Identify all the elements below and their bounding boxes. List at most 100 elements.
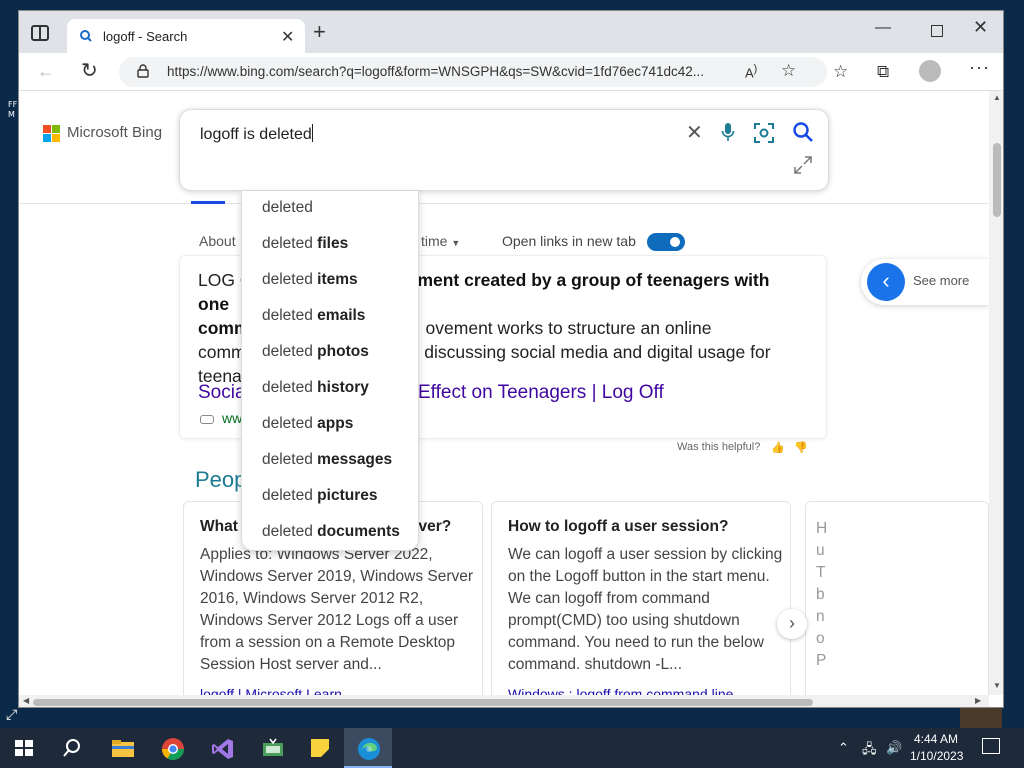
add-favorite-icon[interactable]: ☆ (781, 61, 796, 81)
desktop-background-left: FF M (0, 0, 18, 708)
visual-studio-icon (212, 739, 233, 759)
read-aloud-icon[interactable]: A) (745, 63, 757, 80)
tab-actions-icon[interactable] (31, 25, 49, 41)
active-tab-indicator (191, 201, 225, 204)
see-more-panel[interactable]: ‹ See more (861, 259, 989, 305)
windows-logo-icon (15, 740, 33, 756)
clock-date[interactable]: 1/10/2023 (910, 749, 963, 763)
chrome-app[interactable] (148, 728, 196, 768)
new-tab-icon[interactable]: + (313, 21, 326, 43)
suggestion-item[interactable]: deleted (262, 199, 313, 217)
start-button[interactable] (0, 728, 48, 768)
visual-studio-app[interactable] (198, 728, 246, 768)
desktop-background-bottom: ⤢ (0, 706, 1024, 728)
chevron-left-icon[interactable]: ‹ (867, 263, 905, 301)
qa-card[interactable]: How to logoff a user session? We can log… (491, 501, 791, 695)
link-icon (200, 415, 214, 424)
thumbs-down-icon[interactable]: 👎 (794, 441, 808, 454)
about-results-filter[interactable]: About (199, 233, 236, 249)
tab-strip: logoff - Search ✕ + — ✕ (19, 11, 1003, 53)
collections-icon[interactable]: ⧉ (877, 62, 889, 82)
result-link-title[interactable]: Effect on Teenagers | Log Off (418, 382, 664, 404)
browser-tab[interactable]: logoff - Search ✕ (67, 19, 305, 53)
clear-icon[interactable]: ✕ (686, 120, 703, 145)
clock-time[interactable]: 4:44 AM (914, 732, 958, 746)
qa-card-partial[interactable]: H u T b n o P (805, 501, 989, 695)
thumbs-up-icon[interactable]: 👍 (771, 441, 785, 454)
minimize-icon[interactable]: — (875, 19, 891, 37)
scroll-up-icon[interactable]: ▲ (993, 93, 1001, 102)
profile-avatar[interactable] (919, 60, 941, 82)
scrollbar-thumb[interactable] (33, 699, 813, 706)
address-bar[interactable]: https://www.bing.com/search?q=logoff&for… (119, 57, 827, 87)
autosuggest-dropdown: deleted deleted files deleted items dele… (241, 191, 419, 551)
sticky-notes-icon (311, 739, 329, 757)
open-new-tab-toggle[interactable] (647, 233, 685, 251)
suggestion-item[interactable]: deleted pictures (262, 487, 377, 505)
suggestion-item[interactable]: deleted files (262, 235, 348, 253)
suggestion-item[interactable]: deleted messages (262, 451, 392, 469)
page-content: Microsoft Bing logoff is deleted ✕ delet… (19, 91, 989, 695)
suggestion-item[interactable]: deleted items (262, 271, 358, 289)
remote-desktop-icon (263, 738, 283, 756)
desktop-icon-label: FF M (8, 100, 18, 119)
microphone-icon[interactable] (721, 122, 735, 142)
favorites-icon[interactable]: ☆ (833, 62, 848, 82)
chevron-right-icon[interactable]: › (777, 609, 807, 639)
scrollbar-thumb[interactable] (993, 143, 1001, 217)
qa-answer: Applies to: Windows Server 2022, Windows… (200, 546, 474, 673)
url-text[interactable]: https://www.bing.com/search?q=logoff&for… (167, 64, 704, 79)
suggestion-item[interactable]: deleted emails (262, 307, 365, 325)
volume-icon[interactable]: 🔊 (886, 740, 902, 756)
sticky-notes-app[interactable] (296, 728, 344, 768)
folder-icon (112, 740, 134, 757)
browser-toolbar: ← ↻ https://www.bing.com/search?q=logoff… (19, 53, 1003, 91)
search-input[interactable]: logoff is deleted (200, 124, 313, 144)
close-tab-icon[interactable]: ✕ (281, 27, 294, 47)
search-button[interactable] (48, 728, 96, 768)
remote-app[interactable] (248, 728, 296, 768)
see-more-label[interactable]: See more (913, 273, 969, 288)
vertical-scrollbar[interactable]: ▲ ▼ (989, 91, 1003, 695)
network-icon[interactable]: 🖧 (862, 740, 877, 762)
back-icon[interactable]: ← (37, 61, 55, 82)
edge-icon (358, 738, 380, 760)
more-options-icon[interactable]: ··· (969, 57, 990, 78)
result-link[interactable]: Socia (198, 382, 246, 404)
close-window-icon[interactable]: ✕ (973, 17, 988, 38)
qa-source[interactable]: logoff | Microsoft Learn (200, 686, 342, 695)
expand-icon[interactable] (794, 156, 812, 174)
desktop-background (0, 0, 1024, 10)
suggestion-item[interactable]: deleted documents (262, 523, 400, 541)
edge-app[interactable] (344, 728, 392, 768)
visual-search-icon[interactable] (754, 123, 774, 143)
suggestion-item[interactable]: deleted apps (262, 415, 353, 433)
notification-icon[interactable] (982, 738, 1000, 754)
header-divider (19, 203, 989, 204)
bing-brand[interactable]: Microsoft Bing (67, 124, 162, 141)
chevron-up-icon[interactable]: ⌃ (838, 740, 849, 756)
maximize-icon[interactable] (931, 25, 943, 37)
qa-partial-text: H u T b n o P (816, 520, 826, 669)
tab-title: logoff - Search (103, 29, 188, 44)
scroll-left-icon[interactable]: ◀ (23, 696, 29, 705)
search-icon (63, 739, 80, 757)
lock-icon[interactable] (137, 64, 149, 78)
file-explorer-app[interactable] (98, 728, 146, 768)
search-box[interactable]: logoff is deleted ✕ (179, 109, 829, 191)
qa-question[interactable]: How to logoff a user session? (508, 518, 728, 536)
microsoft-logo-icon[interactable] (43, 125, 61, 143)
result-cite[interactable]: ww (222, 410, 242, 426)
taskbar: ⌃ 🖧 🔊 4:44 AM 1/10/2023 (0, 728, 1024, 768)
horizontal-scrollbar[interactable]: ◀ ▶ (19, 695, 989, 707)
desktop-background-right (1004, 0, 1024, 708)
time-filter[interactable]: time ▼ (421, 233, 460, 249)
scroll-right-icon[interactable]: ▶ (975, 696, 981, 705)
suggestion-item[interactable]: deleted history (262, 379, 369, 397)
qa-source[interactable]: Windows : logoff from command line (508, 686, 733, 695)
refresh-icon[interactable]: ↻ (81, 58, 98, 83)
suggestion-item[interactable]: deleted photos (262, 343, 369, 361)
search-icon[interactable] (792, 121, 814, 143)
scroll-down-icon[interactable]: ▼ (993, 681, 1001, 690)
open-new-tab-label: Open links in new tab (502, 233, 636, 249)
